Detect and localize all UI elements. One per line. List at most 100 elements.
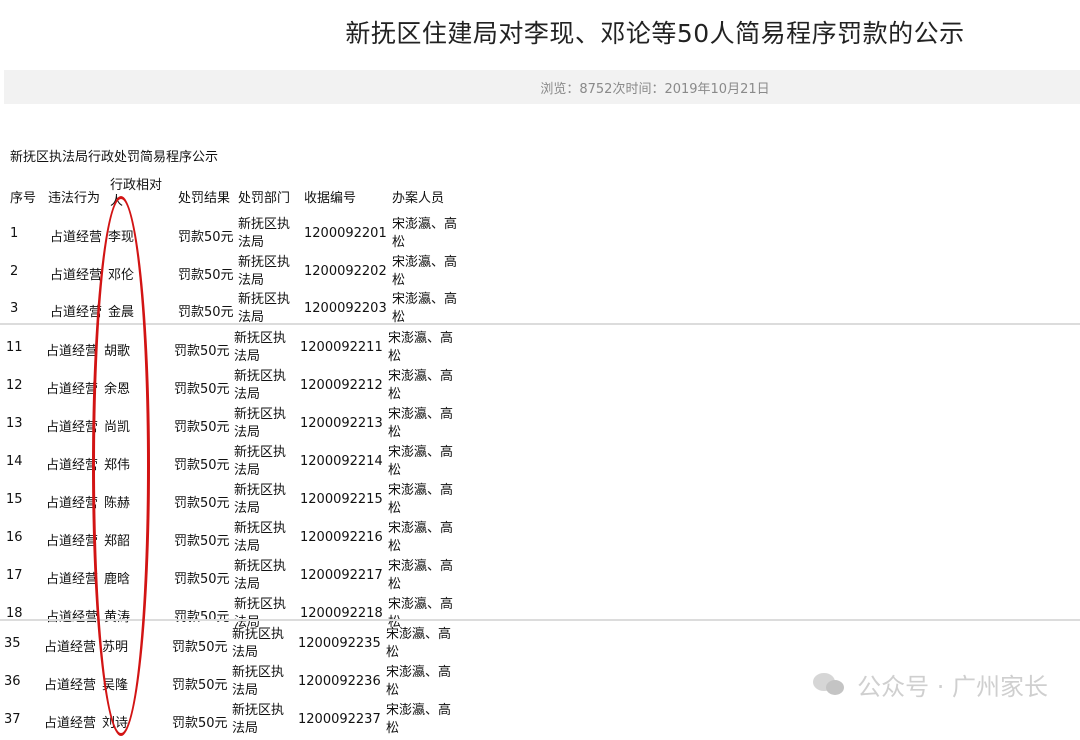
cell-department: 新抚区执法局 bbox=[234, 407, 287, 440]
cell-receipt: 1200092203 bbox=[304, 301, 387, 316]
cell-seq: 13 bbox=[6, 416, 23, 431]
cell-department: 新抚区执法局 bbox=[234, 369, 287, 402]
table-row: 13 占道经营 尚凯 罚款50元 新抚区执法局 1200092213 宋澎瀛、高松 bbox=[0, 406, 1080, 444]
cell-receipt: 1200092217 bbox=[300, 568, 383, 583]
cell-violation: 占道经营 bbox=[46, 534, 99, 549]
cell-seq: 3 bbox=[10, 301, 19, 316]
cell-seq: 36 bbox=[4, 674, 21, 689]
cell-department: 新抚区执法局 bbox=[234, 445, 287, 478]
cell-staff: 宋澎瀛、高松 bbox=[386, 703, 452, 736]
cell-party-name: 余恩 bbox=[104, 382, 131, 397]
table-row: 16 占道经营 郑韶 罚款50元 新抚区执法局 1200092216 宋澎瀛、高松 bbox=[0, 520, 1080, 558]
cell-result: 罚款50元 bbox=[178, 268, 234, 283]
cell-receipt: 1200092202 bbox=[304, 264, 387, 279]
table-row: 17 占道经营 鹿晗 罚款50元 新抚区执法局 1200092217 宋澎瀛、高松 bbox=[0, 558, 1080, 596]
wechat-logo-icon bbox=[813, 671, 847, 699]
cell-result: 罚款50元 bbox=[174, 496, 230, 511]
table-row: 1 占道经营 李现 罚款50元 新抚区执法局 1200092201 宋澎瀛、高松 bbox=[0, 216, 1080, 254]
cell-staff: 宋澎瀛、高松 bbox=[386, 627, 452, 660]
cell-party-name: 金晨 bbox=[108, 305, 135, 320]
cell-party-name: 胡歌 bbox=[104, 344, 131, 359]
header-staff: 办案人员 bbox=[392, 191, 445, 206]
header-dept: 处罚部门 bbox=[238, 191, 291, 206]
table-row: 15 占道经营 陈赫 罚款50元 新抚区执法局 1200092215 宋澎瀛、高松 bbox=[0, 482, 1080, 520]
table-row: 12 占道经营 余恩 罚款50元 新抚区执法局 1200092212 宋澎瀛、高松 bbox=[0, 368, 1080, 406]
header-result: 处罚结果 bbox=[178, 191, 231, 206]
table-caption: 新抚区执法局行政处罚简易程序公示 bbox=[10, 150, 219, 165]
cell-party-name: 邓伦 bbox=[108, 268, 135, 283]
cell-department: 新抚区执法局 bbox=[238, 217, 291, 250]
cell-receipt: 1200092235 bbox=[298, 636, 381, 651]
table-row: 2 占道经营 邓伦 罚款50元 新抚区执法局 1200092202 宋澎瀛、高松 bbox=[0, 254, 1080, 292]
cell-violation: 占道经营 bbox=[44, 678, 97, 693]
cell-seq: 12 bbox=[6, 378, 23, 393]
divider-2 bbox=[0, 619, 1080, 621]
cell-party-name: 鹿晗 bbox=[104, 572, 131, 587]
cell-violation: 占道经营 bbox=[46, 572, 99, 587]
cell-receipt: 1200092214 bbox=[300, 454, 383, 469]
cell-seq: 11 bbox=[6, 340, 23, 355]
cell-result: 罚款50元 bbox=[172, 716, 228, 731]
cell-receipt: 1200092213 bbox=[300, 416, 383, 431]
cell-receipt: 1200092216 bbox=[300, 530, 383, 545]
cell-staff: 宋澎瀛、高松 bbox=[386, 665, 452, 698]
cell-violation: 占道经营 bbox=[44, 640, 97, 655]
cell-seq: 37 bbox=[4, 712, 21, 727]
cell-staff: 宋澎瀛、高松 bbox=[388, 331, 454, 364]
cell-violation: 占道经营 bbox=[44, 716, 97, 731]
cell-party-name: 尚凯 bbox=[104, 420, 131, 435]
cell-department: 新抚区执法局 bbox=[232, 665, 285, 698]
cell-staff: 宋澎瀛、高松 bbox=[388, 521, 454, 554]
view-count-date: 浏览：8752次时间：2019年10月21日 bbox=[540, 82, 770, 97]
cell-result: 罚款50元 bbox=[172, 678, 228, 693]
cell-receipt: 1200092211 bbox=[300, 340, 383, 355]
watermark: 公众号 · 广州家长 bbox=[813, 667, 1048, 702]
cell-result: 罚款50元 bbox=[174, 458, 230, 473]
cell-party-name: 刘诗 bbox=[102, 716, 129, 731]
cell-receipt: 1200092215 bbox=[300, 492, 383, 507]
cell-result: 罚款50元 bbox=[174, 610, 230, 625]
cell-staff: 宋澎瀛、高松 bbox=[388, 483, 454, 516]
cell-seq: 35 bbox=[4, 636, 21, 651]
header-seq: 序号 bbox=[10, 191, 37, 206]
cell-staff: 宋澎瀛、高松 bbox=[388, 369, 454, 402]
cell-violation: 占道经营 bbox=[46, 610, 99, 625]
cell-result: 罚款50元 bbox=[174, 572, 230, 587]
cell-party-name: 郑伟 bbox=[104, 458, 131, 473]
cell-receipt: 1200092212 bbox=[300, 378, 383, 393]
cell-department: 新抚区执法局 bbox=[234, 559, 287, 592]
cell-party-name: 李现 bbox=[108, 230, 135, 245]
cell-seq: 1 bbox=[10, 226, 19, 241]
cell-party-name: 吴隆 bbox=[102, 678, 129, 693]
cell-department: 新抚区执法局 bbox=[232, 627, 285, 660]
cell-staff: 宋澎瀛、高松 bbox=[388, 407, 454, 440]
cell-party-name: 黄涛 bbox=[104, 610, 131, 625]
cell-department: 新抚区执法局 bbox=[234, 483, 287, 516]
cell-department: 新抚区执法局 bbox=[238, 292, 291, 325]
cell-staff: 宋澎瀛、高松 bbox=[392, 292, 458, 325]
table-row: 37 占道经营 刘诗 罚款50元 新抚区执法局 1200092237 宋澎瀛、高松 bbox=[0, 702, 1080, 740]
cell-violation: 占道经营 bbox=[46, 382, 99, 397]
cell-result: 罚款50元 bbox=[174, 420, 230, 435]
cell-party-name: 苏明 bbox=[102, 640, 129, 655]
page-title: 新抚区住建局对李现、邓论等50人简易程序罚款的公示 bbox=[345, 19, 965, 48]
cell-receipt: 1200092237 bbox=[298, 712, 381, 727]
cell-result: 罚款50元 bbox=[174, 534, 230, 549]
cell-violation: 占道经营 bbox=[50, 305, 103, 320]
cell-violation: 占道经营 bbox=[50, 230, 103, 245]
cell-party-name: 郑韶 bbox=[104, 534, 131, 549]
cell-staff: 宋澎瀛、高松 bbox=[388, 559, 454, 592]
cell-seq: 2 bbox=[10, 264, 19, 279]
cell-violation: 占道经营 bbox=[46, 458, 99, 473]
header-act: 违法行为 bbox=[48, 191, 101, 206]
table-row: 14 占道经营 郑伟 罚款50元 新抚区执法局 1200092214 宋澎瀛、高松 bbox=[0, 444, 1080, 482]
header-party: 行政相对人 bbox=[110, 178, 163, 209]
header-receipt: 收据编号 bbox=[304, 191, 357, 206]
table-row: 35 占道经营 苏明 罚款50元 新抚区执法局 1200092235 宋澎瀛、高松 bbox=[0, 626, 1080, 664]
cell-result: 罚款50元 bbox=[174, 382, 230, 397]
cell-violation: 占道经营 bbox=[46, 344, 99, 359]
table-row: 11 占道经营 胡歌 罚款50元 新抚区执法局 1200092211 宋澎瀛、高松 bbox=[0, 330, 1080, 368]
cell-staff: 宋澎瀛、高松 bbox=[388, 445, 454, 478]
cell-staff: 宋澎瀛、高松 bbox=[392, 217, 458, 250]
cell-party-name: 陈赫 bbox=[104, 496, 131, 511]
